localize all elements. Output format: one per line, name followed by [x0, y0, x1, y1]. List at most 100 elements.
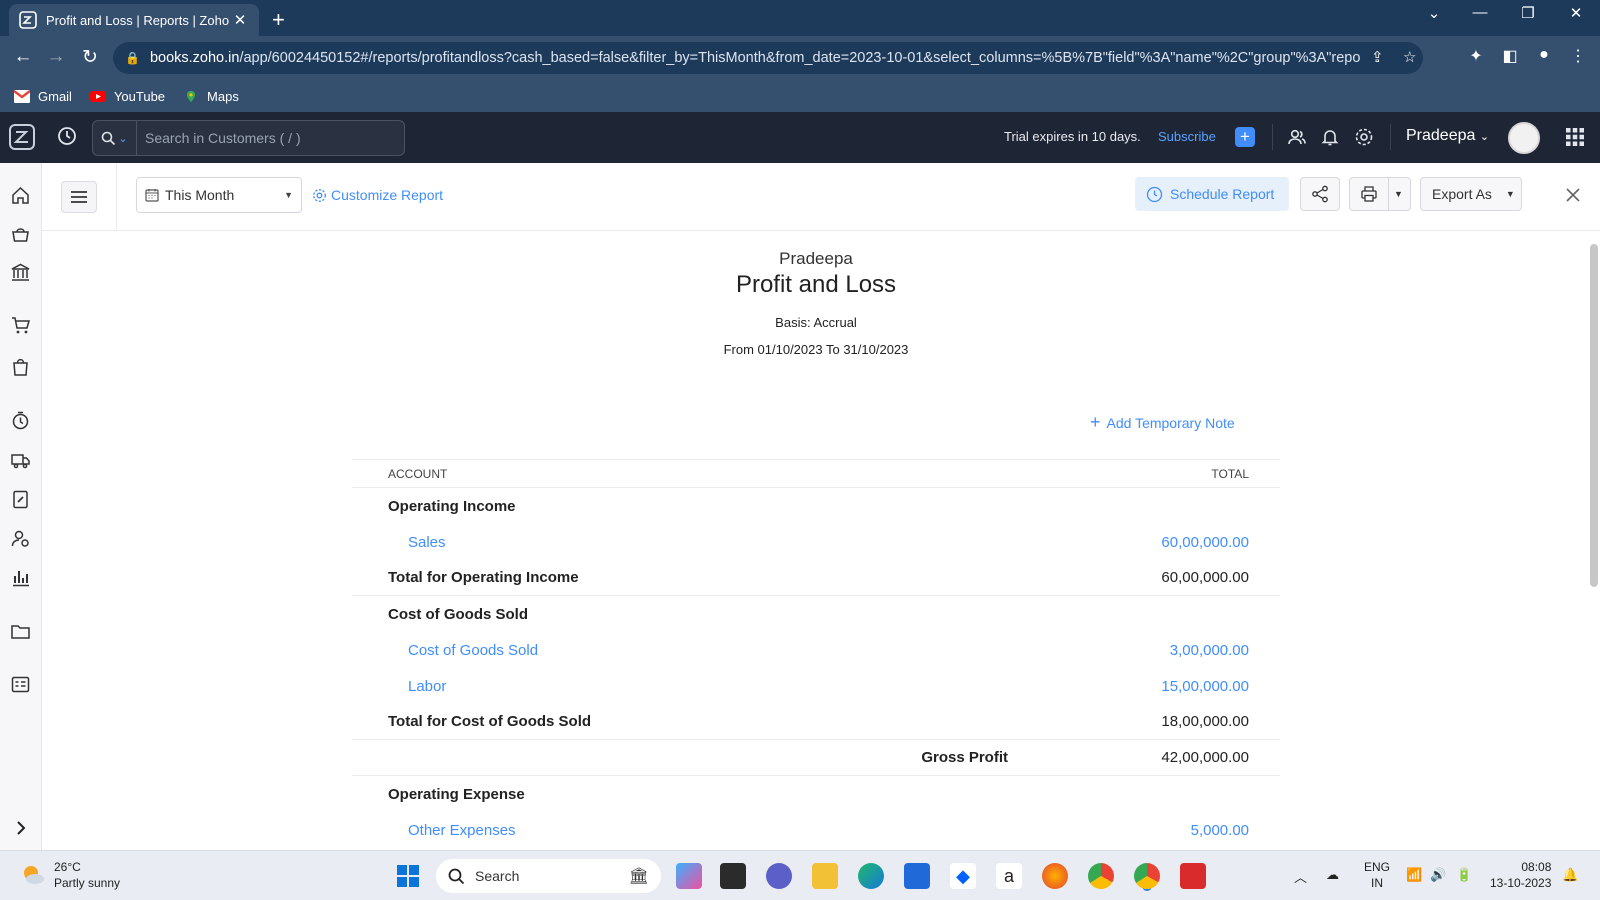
settings-gear-icon[interactable] [1354, 127, 1374, 147]
report-body: Pradeepa Profit and Loss Basis: Accrual … [42, 231, 1600, 850]
file-explorer-icon[interactable] [812, 863, 838, 889]
extensions-icon[interactable]: ✦ [1465, 46, 1487, 66]
profile-icon[interactable]: ● [1533, 46, 1555, 64]
banking-icon[interactable] [10, 262, 31, 283]
new-tab-icon[interactable]: + [272, 7, 285, 33]
url-host: books.zoho.in [149, 50, 240, 66]
close-tab-icon[interactable]: ✕ [231, 11, 249, 29]
users-icon[interactable] [1287, 127, 1307, 147]
bookmark-star-icon[interactable]: ☆ [1403, 48, 1416, 66]
amount-link-labor[interactable]: 15,00,000.00 [1161, 678, 1249, 695]
bookmark-gmail[interactable]: Gmail [14, 89, 72, 104]
side-panel-icon[interactable]: ◧ [1499, 46, 1521, 66]
report-menu-button[interactable] [61, 181, 97, 213]
caret-down-icon[interactable]: ▼ [1394, 189, 1403, 199]
accountant-icon[interactable] [10, 489, 31, 510]
restore-icon[interactable]: ❐ [1518, 4, 1538, 22]
subscribe-link[interactable]: Subscribe [1158, 129, 1216, 144]
gear-icon [313, 188, 326, 202]
bookmark-youtube[interactable]: YouTube [89, 89, 165, 104]
taskbar-search[interactable]: Search 🏛 [436, 859, 661, 893]
maps-icon [186, 90, 196, 102]
add-temporary-note-button[interactable]: + Add Temporary Note [1090, 412, 1235, 433]
recent-activity-icon[interactable] [56, 125, 78, 147]
close-window-icon[interactable]: ✕ [1566, 4, 1586, 22]
print-button[interactable]: ▼ [1349, 177, 1411, 211]
acrobat-reader-icon[interactable] [1180, 863, 1206, 889]
zoho-books-logo-icon[interactable] [8, 123, 36, 151]
organization-switcher[interactable]: Pradeepa ⌄ [1406, 127, 1489, 145]
minimize-icon[interactable]: — [1470, 4, 1490, 21]
youtube-icon [89, 90, 106, 102]
input-language[interactable]: ENG IN [1364, 859, 1390, 891]
firefox-icon[interactable] [1042, 863, 1068, 889]
bookmark-maps[interactable]: Maps [183, 89, 239, 104]
search-icon[interactable]: ⌄ [93, 121, 137, 155]
total-label: Total for Operating Income [388, 569, 579, 586]
notifications-icon[interactable]: 🔔 [1562, 867, 1578, 883]
close-report-icon[interactable] [1565, 187, 1581, 203]
edge-browser-icon[interactable] [858, 863, 884, 889]
chrome-profile-icon[interactable] [1088, 863, 1114, 889]
purchases-bag-icon[interactable] [10, 356, 31, 377]
export-as-button[interactable]: Export As ▼ [1420, 177, 1522, 211]
global-search[interactable]: ⌄ [92, 120, 405, 156]
bell-icon[interactable] [1320, 127, 1340, 147]
table-row: Cost of Goods Sold 3,00,000.00 [352, 632, 1280, 668]
share-button[interactable] [1300, 177, 1340, 211]
column-header-total: TOTAL [1211, 466, 1249, 481]
date-range-select[interactable]: This Month ▼ [136, 177, 302, 213]
teams-chat-icon[interactable] [766, 863, 792, 889]
dropbox-icon[interactable]: ◆ [950, 863, 976, 889]
documents-folder-icon[interactable] [10, 621, 31, 642]
amount-link-cost-of-goods-sold[interactable]: 3,00,000.00 [1170, 642, 1249, 659]
section-label: Cost of Goods Sold [388, 605, 528, 623]
time-tracking-icon[interactable] [10, 410, 31, 431]
copilot-icon[interactable] [676, 863, 702, 889]
wifi-icon[interactable]: 📶 [1406, 867, 1422, 883]
vertical-scrollbar[interactable] [1590, 244, 1598, 587]
contacts-icon[interactable] [10, 528, 31, 549]
account-link-sales[interactable]: Sales [388, 534, 1161, 551]
amount-link-sales[interactable]: 60,00,000.00 [1161, 534, 1249, 551]
schedule-report-button[interactable]: Schedule Report [1135, 177, 1289, 211]
config-checklist-icon[interactable] [10, 674, 31, 695]
sales-cart-icon[interactable] [10, 315, 31, 336]
chrome-active-icon[interactable] [1134, 863, 1160, 889]
amazon-icon[interactable]: a [996, 863, 1022, 889]
expand-sidebar-icon[interactable] [12, 819, 30, 837]
account-link-other-expenses[interactable]: Other Expenses [388, 822, 1191, 839]
search-input[interactable] [137, 130, 397, 146]
volume-icon[interactable]: 🔊 [1430, 867, 1446, 883]
weather-widget[interactable]: 26°C Partly sunny [20, 859, 120, 891]
account-link-labor[interactable]: Labor [388, 678, 1161, 695]
tab-search-icon[interactable]: ⌄ [1424, 4, 1444, 22]
show-hidden-icons-icon[interactable]: ︿ [1294, 867, 1307, 886]
battery-icon[interactable]: 🔋 [1456, 867, 1472, 883]
microsoft-store-icon[interactable] [904, 863, 930, 889]
task-view-icon[interactable] [720, 863, 746, 889]
browser-tab-strip: Profit and Loss | Reports | Zoho Books ✕… [0, 0, 1600, 36]
e-way-bills-truck-icon[interactable] [10, 450, 31, 471]
share-page-icon[interactable]: ⇪ [1371, 48, 1384, 66]
quick-create-button[interactable]: + [1235, 127, 1255, 147]
browser-tab[interactable]: Profit and Loss | Reports | Zoho Books ✕ [9, 4, 259, 36]
forward-icon[interactable]: → [44, 46, 68, 68]
back-icon[interactable]: ← [11, 46, 35, 68]
address-bar[interactable]: 🔒 books.zoho.in/app/60024450152#/reports… [113, 42, 1423, 74]
reload-icon[interactable]: ↻ [78, 46, 102, 69]
app-grid-icon[interactable] [1566, 128, 1584, 146]
onedrive-cloud-icon[interactable]: ☁ [1326, 867, 1339, 883]
trial-notice: Trial expires in 10 days. [1004, 129, 1141, 144]
customize-report-button[interactable]: Customize Report [312, 187, 443, 203]
account-link-cost-of-goods-sold[interactable]: Cost of Goods Sold [388, 642, 1170, 659]
items-basket-icon[interactable] [10, 224, 31, 245]
user-avatar[interactable] [1508, 122, 1540, 154]
home-icon[interactable] [10, 185, 31, 206]
total-amount: 18,00,000.00 [1161, 713, 1249, 730]
windows-start-icon[interactable] [395, 863, 421, 889]
reports-chart-icon[interactable] [10, 567, 31, 588]
browser-menu-icon[interactable]: ⋮ [1567, 46, 1589, 66]
system-clock[interactable]: 08:08 13-10-2023 [1490, 859, 1551, 891]
amount-link-other-expenses[interactable]: 5,000.00 [1191, 822, 1249, 839]
